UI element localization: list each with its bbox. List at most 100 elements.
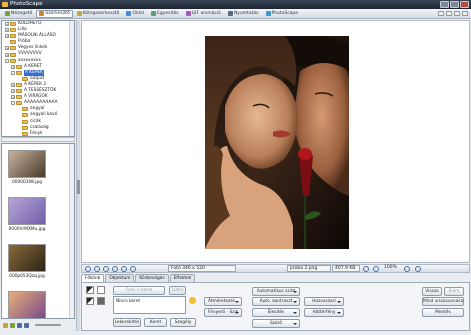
refresh-icon[interactable]: [10, 322, 15, 328]
folder-icon: [16, 82, 22, 87]
undo-button[interactable]: Vissza: [422, 287, 442, 296]
tree-item[interactable]: Fényk: [2, 131, 74, 136]
border-button[interactable]: Szegély: [170, 318, 196, 327]
tab-page[interactable]: Oldal: [123, 10, 147, 18]
folder-icon: [10, 40, 16, 45]
app-icon: [2, 2, 8, 7]
brightness-color-button[interactable]: Fényerő - Szín: [204, 308, 242, 317]
batch-icon: [76, 11, 82, 16]
thumbnail-caption: 0000VrMXMu.jpg: [8, 227, 46, 232]
rotate-left-icon[interactable]: [85, 265, 91, 272]
maximize-button[interactable]: [450, 1, 459, 8]
thumbnail-image: [8, 150, 46, 178]
help-icon[interactable]: [446, 11, 452, 16]
thumbnail-item[interactable]: 00000308.jpg: [8, 150, 46, 185]
expander-icon[interactable]: +: [5, 22, 9, 27]
expander-icon[interactable]: +: [11, 95, 15, 100]
background-light-button[interactable]: Háttérfény: [304, 308, 344, 317]
rotate-right-icon[interactable]: [94, 265, 100, 272]
splitter-grip[interactable]: [77, 180, 80, 194]
heart-icon[interactable]: [438, 11, 444, 16]
editor-icon: [39, 11, 45, 16]
folder-icon: [10, 52, 16, 57]
save-button[interactable]: Mentés: [422, 308, 464, 317]
photoscape-icon: [265, 11, 271, 16]
tab-gif-animation[interactable]: GIF animáció: [183, 10, 224, 18]
image-canvas[interactable]: [81, 20, 470, 263]
frame-button[interactable]: Keret: [144, 318, 167, 327]
folder-icon: [10, 58, 16, 63]
backlight-button[interactable]: Hozvarázsl: [304, 297, 344, 306]
thumbnail-list[interactable]: 00000308.jpg 0000VrMXMu.jpg 000p053Qzq.jpg: [1, 143, 75, 319]
bg-color-swatch-2[interactable]: [97, 297, 105, 305]
expander-icon[interactable]: +: [11, 89, 15, 94]
tab-photoscape[interactable]: PhotoScape: [263, 10, 302, 18]
mirror-icon[interactable]: [112, 265, 118, 272]
thumbnail-image: [8, 244, 46, 272]
frame-size-select[interactable]: Fotó + keret: [113, 286, 165, 295]
tab-viewer[interactable]: Nézegető: [2, 10, 35, 18]
folder-tree[interactable]: + KÜLDHETŐ + Lilla + MÁSOLNI ÁLLÁSO Próba + Vegy…: [1, 20, 75, 137]
edited-photo: [205, 36, 349, 249]
sharpen-button[interactable]: Élesítés: [252, 308, 300, 317]
expander-icon[interactable]: +: [5, 34, 9, 39]
page-icon: [126, 11, 132, 16]
thumbnail-scrollbar[interactable]: [69, 144, 74, 318]
thumbnail-size-slider[interactable]: [35, 324, 61, 326]
forward-icon[interactable]: [24, 322, 29, 328]
bg-color-swatch[interactable]: [97, 286, 105, 294]
panel-splitter[interactable]: [76, 20, 80, 331]
folder-tree-hscrollbar[interactable]: [1, 137, 75, 142]
filter-button[interactable]: Szűrő: [252, 319, 300, 328]
expander-icon[interactable]: +: [5, 52, 9, 57]
tab-print[interactable]: Nyomtatás: [225, 10, 262, 18]
expander-icon[interactable]: +: [5, 46, 9, 51]
folder-icon: [22, 131, 28, 136]
thumbnail-item[interactable]: [8, 291, 46, 318]
thumbnail-caption: 00000308.jpg: [12, 180, 42, 185]
rounding-button[interactable]: Lekerekítés: [113, 318, 141, 327]
auto-level-button[interactable]: Automatikus szint: [252, 287, 300, 296]
minimize-button[interactable]: [440, 1, 449, 8]
tab-combine[interactable]: Egyesítés: [148, 10, 182, 18]
back-icon[interactable]: [17, 322, 22, 328]
expander-icon[interactable]: -: [11, 101, 15, 106]
zoom-out-icon[interactable]: [373, 266, 379, 272]
star-icon[interactable]: [189, 297, 196, 304]
info-icon[interactable]: [462, 11, 468, 16]
thumbnail-item[interactable]: 0000VrMXMu.jpg: [8, 197, 46, 232]
save-icon[interactable]: [363, 266, 369, 272]
flip-icon[interactable]: [103, 265, 109, 272]
previous-icon[interactable]: [121, 265, 127, 272]
tab-object[interactable]: Objektum: [105, 274, 135, 282]
next-icon[interactable]: [130, 265, 136, 272]
thumbnail-image: [8, 291, 46, 318]
redo-button[interactable]: Előre: [444, 287, 464, 296]
tab-editor[interactable]: Szerkesztő: [36, 9, 73, 18]
fg-color-swatch[interactable]: [86, 286, 94, 294]
expander-icon[interactable]: -: [5, 58, 9, 63]
tab-effects[interactable]: Effektek: [169, 274, 196, 282]
thumbnail-item[interactable]: 000p053Qzq.jpg: [8, 244, 46, 279]
frame-size-percent[interactable]: 100%: [169, 286, 186, 295]
zoom-fit-icon[interactable]: [415, 266, 421, 272]
undo-all-button[interactable]: Mind visszavonása: [422, 297, 464, 306]
auto-contrast-button[interactable]: Auto. kontraszt: [252, 297, 300, 306]
expander-icon[interactable]: +: [11, 64, 15, 69]
resize-button[interactable]: Átméretezés: [204, 297, 242, 306]
expander-icon[interactable]: +: [5, 28, 9, 33]
expander-icon[interactable]: +: [11, 82, 15, 87]
settings-icon[interactable]: [454, 11, 460, 16]
tab-crop[interactable]: Körbevágás: [135, 274, 169, 282]
expander-icon[interactable]: -: [11, 70, 15, 75]
folder-icon: [16, 89, 22, 94]
folder-tree-scrollbar[interactable]: [69, 21, 74, 136]
close-button[interactable]: [460, 1, 469, 8]
frame-select[interactable]: Nincs keret: [113, 296, 186, 314]
folder-icon[interactable]: [3, 322, 8, 328]
zoom-in-icon[interactable]: [404, 266, 410, 272]
tab-home[interactable]: Főkönb: [81, 274, 105, 282]
tab-batch-editor[interactable]: Kötegszerkesztő: [74, 10, 123, 18]
fg-color-swatch-2[interactable]: [86, 297, 94, 305]
dropdown-arrow-icon: [337, 312, 341, 314]
